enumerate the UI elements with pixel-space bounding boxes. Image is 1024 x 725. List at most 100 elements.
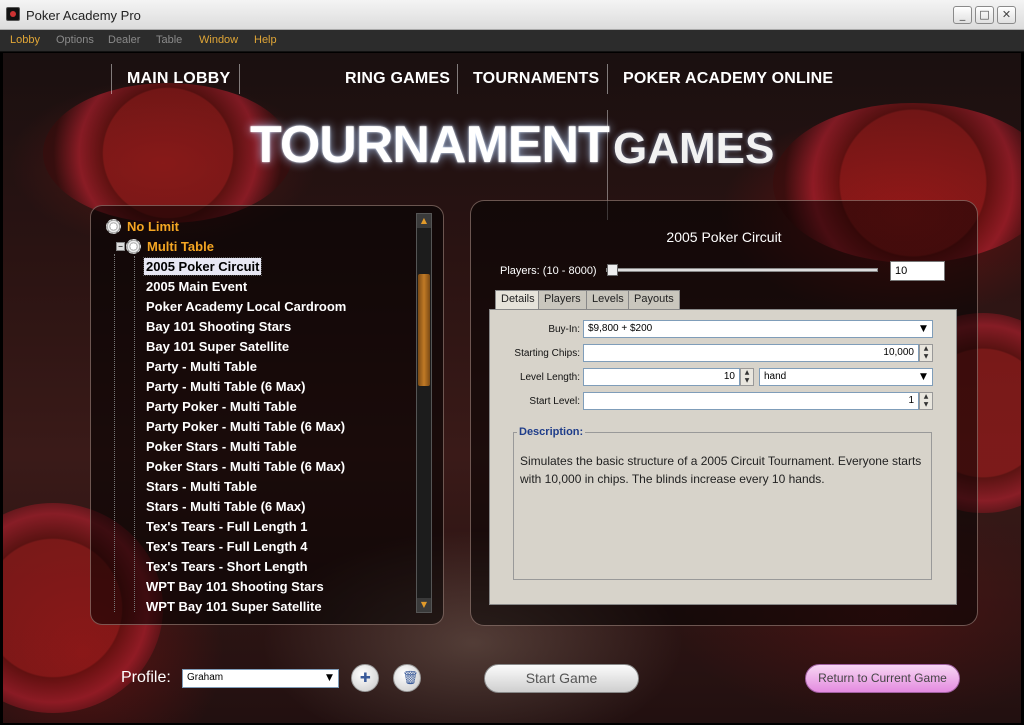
starting-chips-field[interactable]: 10,000 — [583, 344, 919, 362]
new-profile-icon: ✚ — [360, 671, 371, 686]
tree-item-label: Bay 101 Shooting Stars — [146, 319, 292, 334]
poker-chip-icon — [104, 218, 122, 234]
level-length-spinner[interactable]: ▲ ▼ — [740, 368, 754, 386]
level-unit-value: hand — [764, 371, 787, 382]
tree-item-label: 2005 Poker Circuit — [142, 257, 263, 276]
tree-item[interactable]: WPT Bay 101 Super Satellite — [144, 598, 324, 616]
tree-item[interactable]: Tex's Tears - Full Length 1 — [144, 518, 310, 536]
tree-item-label: Stars - Multi Table — [146, 479, 257, 494]
tree-item-label: Bay 101 Super Satellite — [146, 339, 290, 354]
slider-knob[interactable] — [607, 264, 618, 276]
description-text: Simulates the basic structure of a 2005 … — [520, 454, 922, 486]
delete-profile-button[interactable]: 🗑 — [393, 664, 421, 692]
nav-ring-games[interactable]: RING GAMES — [345, 70, 450, 88]
nav-divider — [607, 64, 608, 94]
tree-item-label: Tex's Tears - Short Length — [146, 559, 308, 574]
trash-icon: 🗑 — [402, 671, 419, 686]
buyin-label: Buy-In: — [548, 324, 580, 335]
start-game-button[interactable]: Start Game — [484, 664, 639, 693]
tree-item[interactable]: Poker Stars - Multi Table — [144, 438, 299, 456]
tree-item-label: Poker Academy Local Cardroom — [146, 299, 347, 314]
app-icon — [6, 7, 20, 21]
players-input[interactable]: 10 — [890, 261, 945, 281]
tree-item-label: Party Poker - Multi Table (6 Max) — [146, 419, 346, 434]
tree-item[interactable]: Tex's Tears - Full Length 4 — [144, 538, 310, 556]
chevron-down-icon: ▼ — [326, 673, 333, 683]
tournament-tree[interactable]: No Limit − Multi Table 2005 Poker Circuit 20… — [104, 216, 414, 616]
level-unit-select[interactable]: hand ▼ — [759, 368, 933, 386]
nav-divider — [239, 64, 240, 94]
tree-item[interactable]: Party - Multi Table — [144, 358, 259, 376]
tree-item[interactable]: Bay 101 Shooting Stars — [144, 318, 293, 336]
tree-item[interactable]: Stars - Multi Table (6 Max) — [144, 498, 307, 516]
tree-item-label: Stars - Multi Table (6 Max) — [146, 499, 306, 514]
level-length-label: Level Length: — [519, 372, 580, 383]
players-range-label: Players: (10 - 8000) — [500, 265, 597, 277]
poker-chip-icon — [124, 238, 142, 254]
menu-table[interactable]: Table — [156, 34, 182, 46]
tree-item-label: Tex's Tears - Full Length 4 — [146, 539, 308, 554]
tab-levels[interactable]: Levels — [586, 290, 630, 309]
start-level-field[interactable]: 1 — [583, 392, 919, 410]
tree-item[interactable]: 2005 Main Event — [144, 278, 249, 296]
buyin-select[interactable]: $9,800 + $200 ▼ — [583, 320, 933, 338]
page-subtitle: GAMES — [613, 124, 775, 173]
buyin-value: $9,800 + $200 — [588, 323, 653, 334]
tree-scrollbar[interactable]: ▲ ▼ — [416, 213, 432, 613]
maximize-icon: □ — [979, 8, 990, 21]
menu-options[interactable]: Options — [56, 34, 94, 46]
scroll-thumb[interactable] — [418, 274, 430, 386]
window-title-bar[interactable]: Poker Academy Pro _ □ ✕ — [0, 0, 1024, 30]
nav-divider — [457, 64, 458, 94]
chevron-down-icon: ▼ — [920, 324, 927, 334]
nav-divider — [111, 64, 112, 94]
tab-players[interactable]: Players — [538, 290, 587, 309]
minimize-button[interactable]: _ — [953, 6, 972, 24]
players-slider[interactable] — [606, 264, 878, 276]
tree-item-label: Poker Stars - Multi Table (6 Max) — [146, 459, 346, 474]
tree-item[interactable]: Tex's Tears - Short Length — [144, 558, 310, 576]
tree-item[interactable]: Poker Stars - Multi Table (6 Max) — [144, 458, 347, 476]
tab-details[interactable]: Details — [495, 290, 541, 310]
tree-item[interactable]: Party Poker - Multi Table — [144, 398, 299, 416]
description-label: Description: — [517, 426, 586, 438]
tree-item[interactable]: Stars - Multi Table — [144, 478, 259, 496]
level-length-field[interactable]: 10 — [583, 368, 740, 386]
tree-item-label: WPT Bay 101 Shooting Stars — [146, 579, 324, 594]
page-title: TOURNAMENT — [250, 116, 610, 174]
return-to-current-game-button[interactable]: Return to Current Game — [805, 664, 960, 693]
tree-item-label: Multi Table — [147, 239, 214, 254]
tree-item[interactable]: Party - Multi Table (6 Max) — [144, 378, 307, 396]
nav-poker-academy-online[interactable]: POKER ACADEMY ONLINE — [623, 70, 833, 88]
starting-chips-spinner[interactable]: ▲ ▼ — [919, 344, 933, 362]
menu-window[interactable]: Window — [199, 34, 238, 46]
tree-item[interactable]: Poker Academy Local Cardroom — [144, 298, 348, 316]
nav-main-lobby[interactable]: MAIN LOBBY — [127, 70, 230, 88]
tree-item-label: 2005 Main Event — [146, 279, 248, 294]
tree-node-multi-table[interactable]: − Multi Table — [110, 238, 216, 256]
profile-value: Graham — [187, 672, 224, 683]
tree-node-no-limit[interactable]: No Limit — [104, 218, 181, 236]
tree-item[interactable]: Bay 101 Super Satellite — [144, 338, 291, 356]
starting-chips-label: Starting Chips: — [514, 348, 580, 359]
tree-item-label: Poker Stars - Multi Table — [146, 439, 297, 454]
tree-item-label: No Limit — [127, 219, 179, 234]
menu-help[interactable]: Help — [254, 34, 277, 46]
start-level-spinner[interactable]: ▲ ▼ — [919, 392, 933, 410]
scroll-up-icon[interactable]: ▲ — [417, 214, 431, 228]
menu-dealer[interactable]: Dealer — [108, 34, 140, 46]
tree-item[interactable]: Party Poker - Multi Table (6 Max) — [144, 418, 347, 436]
tree-item[interactable]: WPT Bay 101 Shooting Stars — [144, 578, 326, 596]
tab-payouts[interactable]: Payouts — [628, 290, 680, 309]
profile-label: Profile: — [121, 669, 171, 686]
nav-tournaments[interactable]: TOURNAMENTS — [473, 70, 599, 88]
scroll-down-icon[interactable]: ▼ — [417, 598, 431, 612]
profile-select[interactable]: Graham ▼ — [182, 669, 339, 688]
tree-item-label: Party - Multi Table (6 Max) — [146, 379, 306, 394]
tree-item-label: Party - Multi Table — [146, 359, 257, 374]
tree-item[interactable]: 2005 Poker Circuit — [142, 257, 263, 276]
maximize-button[interactable]: □ — [975, 6, 994, 24]
new-profile-button[interactable]: ✚ — [351, 664, 379, 692]
close-button[interactable]: ✕ — [997, 6, 1016, 24]
menu-lobby[interactable]: Lobby — [10, 34, 40, 46]
